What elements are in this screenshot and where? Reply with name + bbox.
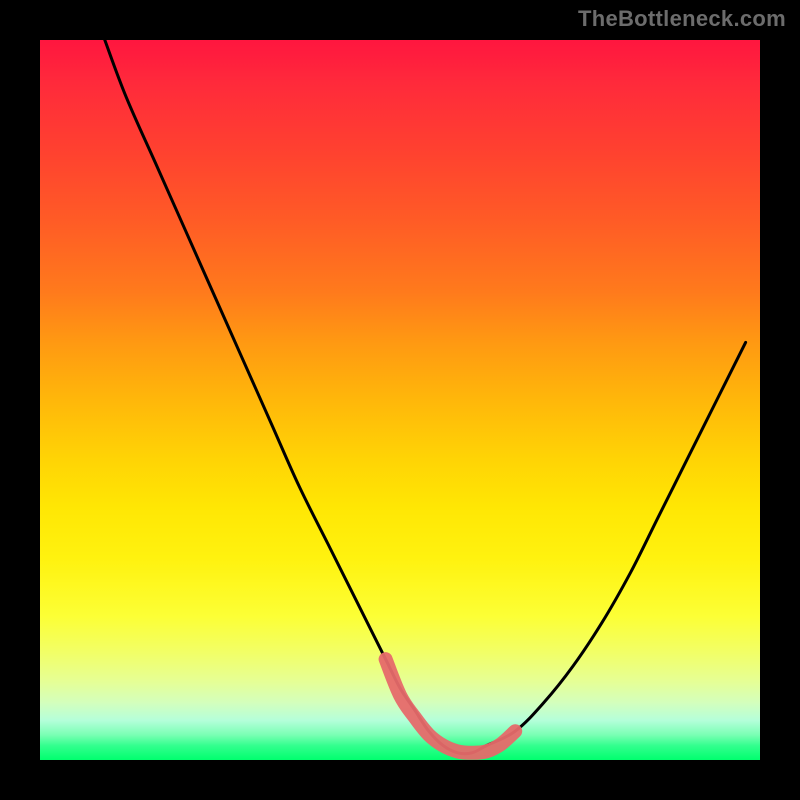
bottleneck-curve-path <box>105 40 746 754</box>
curve-layer <box>40 40 760 760</box>
chart-frame: TheBottleneck.com <box>0 0 800 800</box>
watermark: TheBottleneck.com <box>578 6 786 32</box>
optimal-region-path <box>386 659 516 753</box>
plot-area <box>40 40 760 760</box>
